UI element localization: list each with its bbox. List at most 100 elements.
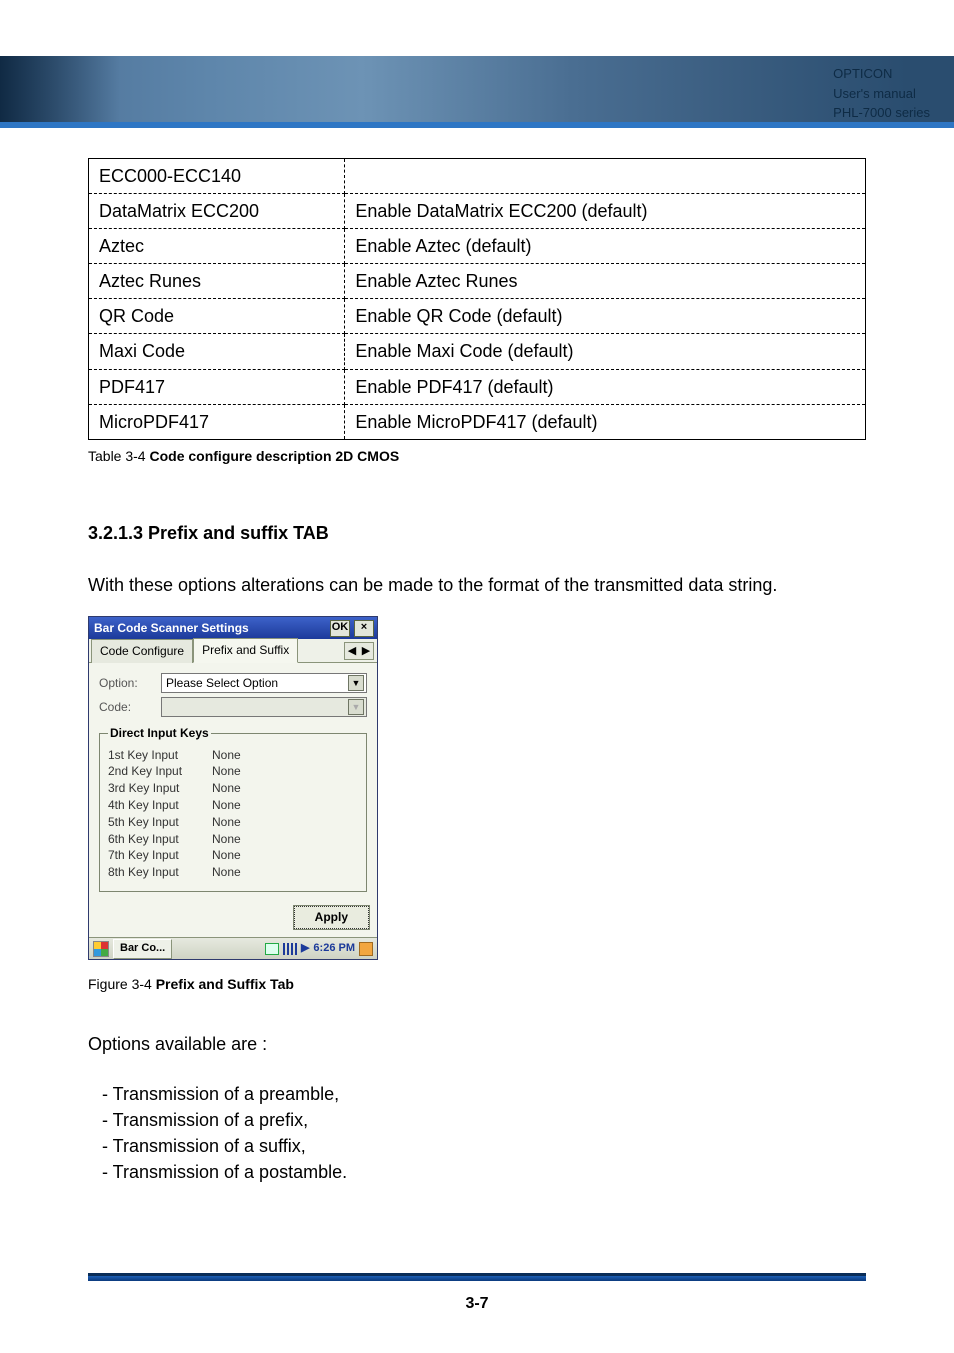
table-cell-description: Enable Aztec Runes <box>345 264 866 299</box>
table-caption-prefix: Table 3-4 <box>88 448 149 464</box>
table-row: AztecEnable Aztec (default) <box>89 229 866 264</box>
wince-titlebar: Bar Code Scanner Settings OK × <box>89 617 377 639</box>
key-input-label: 2nd Key Input <box>108 763 198 780</box>
table-cell-code: Aztec Runes <box>89 264 345 299</box>
key-input-value: None <box>212 864 241 881</box>
section-heading-3-2-1-3: 3.2.1.3 Prefix and suffix TAB <box>88 520 866 546</box>
table-cell-code: ECC000-ECC140 <box>89 159 345 194</box>
option-select[interactable]: Please Select Option ▼ <box>161 673 367 693</box>
header-accent-bar <box>0 122 954 128</box>
code-label: Code: <box>99 699 153 716</box>
key-input-row: 8th Key Input None <box>108 864 358 881</box>
key-input-label: 5th Key Input <box>108 814 198 831</box>
key-input-value: None <box>212 847 241 864</box>
figure-caption-bold: Prefix and Suffix Tab <box>156 976 294 992</box>
taskbar-arrow-icon[interactable]: ▶ <box>301 941 309 957</box>
taskbar-tray: ▶ 6:26 PM <box>265 941 373 957</box>
key-input-row: 2nd Key Input None <box>108 763 358 780</box>
table-row: Aztec RunesEnable Aztec Runes <box>89 264 866 299</box>
dropdown-arrow-icon: ▼ <box>348 675 364 691</box>
dropdown-arrow-icon: ▼ <box>348 699 364 715</box>
tab-code-configure[interactable]: Code Configure <box>91 639 193 663</box>
figure-caption-prefix: Figure 3-4 <box>88 976 156 992</box>
table-cell-description: Enable QR Code (default) <box>345 299 866 334</box>
option-item: Transmission of a prefix, <box>102 1107 866 1133</box>
table-cell-description: Enable DataMatrix ECC200 (default) <box>345 194 866 229</box>
table-row: QR CodeEnable QR Code (default) <box>89 299 866 334</box>
wince-window: Bar Code Scanner Settings OK × Code Conf… <box>88 616 378 960</box>
key-input-value: None <box>212 780 241 797</box>
header-text-block: OPTICON User's manual PHL-7000 series <box>833 64 930 123</box>
table-cell-code: MicroPDF417 <box>89 404 345 439</box>
table-cell-description: Enable Aztec (default) <box>345 229 866 264</box>
option-label: Option: <box>99 675 153 692</box>
table-row: Maxi CodeEnable Maxi Code (default) <box>89 334 866 369</box>
key-input-row: 3rd Key Input None <box>108 780 358 797</box>
options-intro: Options available are : <box>88 1031 866 1057</box>
footer-bar <box>88 1273 866 1281</box>
table-row: ECC000-ECC140 <box>89 159 866 194</box>
key-input-row: 5th Key Input None <box>108 814 358 831</box>
sip-icon[interactable] <box>265 943 279 955</box>
tab-prefix-suffix[interactable]: Prefix and Suffix <box>193 638 298 663</box>
direct-input-keys-legend: Direct Input Keys <box>108 725 211 742</box>
tray-desktop-icon[interactable] <box>359 942 373 956</box>
key-input-value: None <box>212 831 241 848</box>
key-input-value: None <box>212 797 241 814</box>
direct-input-keys-group: Direct Input Keys 1st Key InputNone2nd K… <box>99 725 367 892</box>
figure-3-4-caption: Figure 3-4 Prefix and Suffix Tab <box>88 964 866 994</box>
table-cell-description: Enable Maxi Code (default) <box>345 334 866 369</box>
table-cell-code: QR Code <box>89 299 345 334</box>
table-cell-code: DataMatrix ECC200 <box>89 194 345 229</box>
section-intro-paragraph: With these options alterations can be ma… <box>88 572 866 598</box>
key-input-value: None <box>212 747 241 764</box>
table-cell-description: Enable MicroPDF417 (default) <box>345 404 866 439</box>
options-list: Transmission of a preamble,Transmission … <box>88 1075 866 1185</box>
header-line3: PHL-7000 series <box>833 103 930 123</box>
key-input-value: None <box>212 763 241 780</box>
tab-scroll-left-icon[interactable]: ◀ <box>345 643 359 659</box>
key-input-value: None <box>212 814 241 831</box>
table-cell-description: Enable PDF417 (default) <box>345 369 866 404</box>
option-item: Transmission of a preamble, <box>102 1081 866 1107</box>
key-input-label: 7th Key Input <box>108 847 198 864</box>
key-input-row: 7th Key Input None <box>108 847 358 864</box>
wince-title: Bar Code Scanner Settings <box>94 620 326 637</box>
table-cell-description <box>345 159 866 194</box>
key-input-label: 1st Key Input <box>108 747 198 764</box>
table-row: MicroPDF417Enable MicroPDF417 (default) <box>89 404 866 439</box>
ok-button[interactable]: OK <box>330 620 350 637</box>
header-line2: User's manual <box>833 84 930 104</box>
key-input-label: 4th Key Input <box>108 797 198 814</box>
key-input-label: 3rd Key Input <box>108 780 198 797</box>
code-configure-table: ECC000-ECC140DataMatrix ECC200Enable Dat… <box>88 158 866 440</box>
taskbar-clock: 6:26 PM <box>313 941 355 957</box>
page-number: 3-7 <box>0 1295 954 1313</box>
key-input-row: 1st Key Input None <box>108 747 358 764</box>
header-brand: OPTICON <box>833 64 930 84</box>
code-select[interactable]: ▼ <box>161 697 367 717</box>
option-item: Transmission of a suffix, <box>102 1133 866 1159</box>
key-input-label: 8th Key Input <box>108 864 198 881</box>
close-button[interactable]: × <box>354 620 374 637</box>
start-menu-icon[interactable] <box>93 941 109 957</box>
key-input-label: 6th Key Input <box>108 831 198 848</box>
table-row: PDF417Enable PDF417 (default) <box>89 369 866 404</box>
wince-taskbar: Bar Co... ▶ 6:26 PM <box>89 937 377 959</box>
table-cell-code: Aztec <box>89 229 345 264</box>
table-cell-code: Maxi Code <box>89 334 345 369</box>
tab-scroll-buttons[interactable]: ◀ ▶ <box>344 642 374 660</box>
table-caption-bold: Code configure description 2D CMOS <box>149 448 399 464</box>
option-item: Transmission of a postamble. <box>102 1159 866 1185</box>
apply-button[interactable]: Apply <box>294 906 369 929</box>
table-row: DataMatrix ECC200Enable DataMatrix ECC20… <box>89 194 866 229</box>
wince-tabs: Code Configure Prefix and Suffix ◀ ▶ <box>89 639 377 663</box>
page-header-banner: OPTICON User's manual PHL-7000 series <box>0 56 954 128</box>
taskbar-task-button[interactable]: Bar Co... <box>113 939 172 959</box>
tab-scroll-right-icon[interactable]: ▶ <box>359 643 373 659</box>
option-select-value: Please Select Option <box>166 675 278 692</box>
key-input-row: 6th Key Input None <box>108 831 358 848</box>
table-cell-code: PDF417 <box>89 369 345 404</box>
keyboard-icon[interactable] <box>283 943 297 955</box>
key-input-row: 4th Key Input None <box>108 797 358 814</box>
